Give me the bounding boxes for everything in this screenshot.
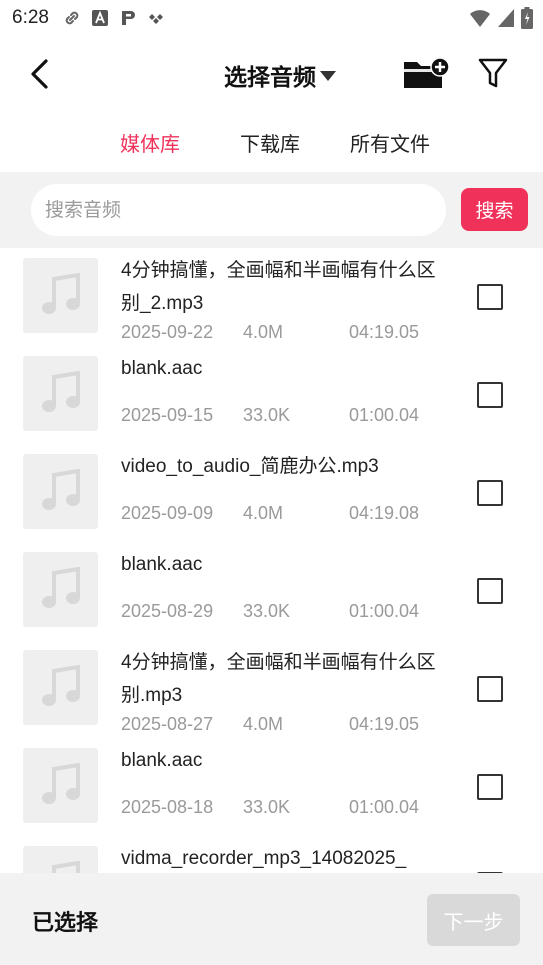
audio-thumbnail bbox=[23, 552, 98, 627]
file-name: 4分钟搞懂，全画幅和半画幅有什么区别.mp3 bbox=[121, 652, 436, 706]
music-note-icon bbox=[41, 272, 80, 314]
file-date: 2025-08-29 bbox=[121, 601, 214, 621]
select-checkbox[interactable] bbox=[477, 774, 503, 800]
dots-icon bbox=[147, 9, 165, 27]
list-item[interactable]: blank.aac 2025-08-29 33.0K 01:00.04 bbox=[0, 542, 543, 640]
audio-thumbnail bbox=[23, 846, 98, 873]
selected-label: 已选择 bbox=[32, 911, 99, 936]
file-duration: 01:00.04 bbox=[349, 405, 420, 425]
link-icon bbox=[63, 9, 81, 27]
chevron-left-icon bbox=[31, 59, 48, 89]
file-name: 4分钟搞懂，全画幅和半画幅有什么区别_2.mp3 bbox=[121, 260, 436, 314]
list-item[interactable]: blank.aac 2025-08-18 33.0K 01:00.04 bbox=[0, 738, 543, 836]
battery-icon bbox=[521, 7, 533, 33]
search-input[interactable] bbox=[31, 184, 446, 236]
status-time: 6:28 bbox=[12, 7, 49, 28]
file-duration: 01:00.04 bbox=[349, 601, 420, 621]
file-name: blank.aac bbox=[121, 358, 203, 379]
list-item[interactable]: video_to_audio_简鹿办公.mp3 2025-09-09 4.0M … bbox=[0, 444, 543, 542]
select-checkbox[interactable] bbox=[477, 382, 503, 408]
signal-icon bbox=[497, 8, 515, 32]
file-date: 2025-09-22 bbox=[121, 322, 214, 342]
tab-downloads[interactable]: 下载库 bbox=[240, 128, 300, 157]
audio-thumbnail bbox=[23, 748, 98, 823]
folder-add-icon bbox=[404, 57, 450, 88]
tab-all-files[interactable]: 所有文件 bbox=[350, 128, 430, 157]
header: 选择音频 bbox=[0, 46, 543, 102]
audio-file-list: 4分钟搞懂，全画幅和半画幅有什么区别_2.mp3 2025-09-22 4.0M… bbox=[0, 248, 543, 873]
file-size: 4.0M bbox=[243, 714, 284, 734]
list-item[interactable]: 4分钟搞懂，全画幅和半画幅有什么区别_2.mp3 2025-09-22 4.0M… bbox=[0, 248, 543, 346]
filter-icon bbox=[478, 58, 508, 88]
status-bar: 6:28 bbox=[0, 0, 543, 36]
select-checkbox[interactable] bbox=[477, 676, 503, 702]
file-name: vidma_recorder_mp3_14082025_ bbox=[121, 848, 407, 869]
page-title: 选择音频 bbox=[224, 65, 316, 91]
select-checkbox[interactable] bbox=[477, 284, 503, 310]
file-date: 2025-08-18 bbox=[121, 797, 214, 817]
file-duration: 01:00.04 bbox=[349, 797, 420, 817]
source-tabs: 媒体库 下载库 所有文件 bbox=[0, 118, 543, 164]
caret-down-icon bbox=[320, 71, 336, 81]
music-note-icon bbox=[41, 370, 80, 412]
list-item[interactable]: blank.aac 2025-09-15 33.0K 01:00.04 bbox=[0, 346, 543, 444]
search-button[interactable]: 搜索 bbox=[461, 188, 528, 231]
file-size: 4.0M bbox=[243, 322, 284, 342]
filter-button[interactable] bbox=[478, 56, 510, 92]
file-duration: 04:19.08 bbox=[349, 503, 420, 523]
list-item[interactable]: vidma_recorder_mp3_14082025_ bbox=[0, 836, 543, 873]
select-checkbox[interactable] bbox=[477, 578, 503, 604]
back-button[interactable] bbox=[22, 56, 58, 92]
audio-thumbnail bbox=[23, 356, 98, 431]
music-note-icon bbox=[41, 762, 80, 804]
search-area: 搜索 bbox=[0, 172, 543, 248]
file-duration: 04:19.05 bbox=[349, 714, 420, 734]
file-name: blank.aac bbox=[121, 554, 203, 575]
add-folder-button[interactable] bbox=[402, 56, 450, 92]
music-note-icon bbox=[51, 860, 80, 873]
file-size: 33.0K bbox=[243, 797, 291, 817]
file-date: 2025-08-27 bbox=[121, 714, 214, 734]
p-icon bbox=[119, 9, 137, 27]
bottom-bar: 已选择 下一步 bbox=[0, 873, 543, 965]
file-size: 33.0K bbox=[243, 601, 291, 621]
file-size: 33.0K bbox=[243, 405, 291, 425]
a-icon bbox=[91, 9, 109, 27]
title-dropdown[interactable]: 选择音频 bbox=[224, 58, 338, 92]
music-note-icon bbox=[41, 664, 80, 706]
file-duration: 04:19.05 bbox=[349, 322, 420, 342]
file-size: 4.0M bbox=[243, 503, 284, 523]
file-date: 2025-09-09 bbox=[121, 503, 214, 523]
file-name: video_to_audio_简鹿办公.mp3 bbox=[121, 456, 379, 477]
audio-thumbnail bbox=[23, 258, 98, 333]
music-note-icon bbox=[41, 468, 80, 510]
file-name: blank.aac bbox=[121, 750, 203, 771]
list-item[interactable]: 4分钟搞懂，全画幅和半画幅有什么区别.mp3 2025-08-27 4.0M 0… bbox=[0, 640, 543, 738]
select-checkbox[interactable] bbox=[477, 480, 503, 506]
wifi-icon bbox=[469, 8, 491, 32]
next-step-button[interactable]: 下一步 bbox=[427, 894, 520, 946]
tab-media-library[interactable]: 媒体库 bbox=[120, 128, 180, 157]
file-date: 2025-09-15 bbox=[121, 405, 214, 425]
audio-thumbnail bbox=[23, 650, 98, 725]
music-note-icon bbox=[41, 566, 80, 608]
audio-thumbnail bbox=[23, 454, 98, 529]
